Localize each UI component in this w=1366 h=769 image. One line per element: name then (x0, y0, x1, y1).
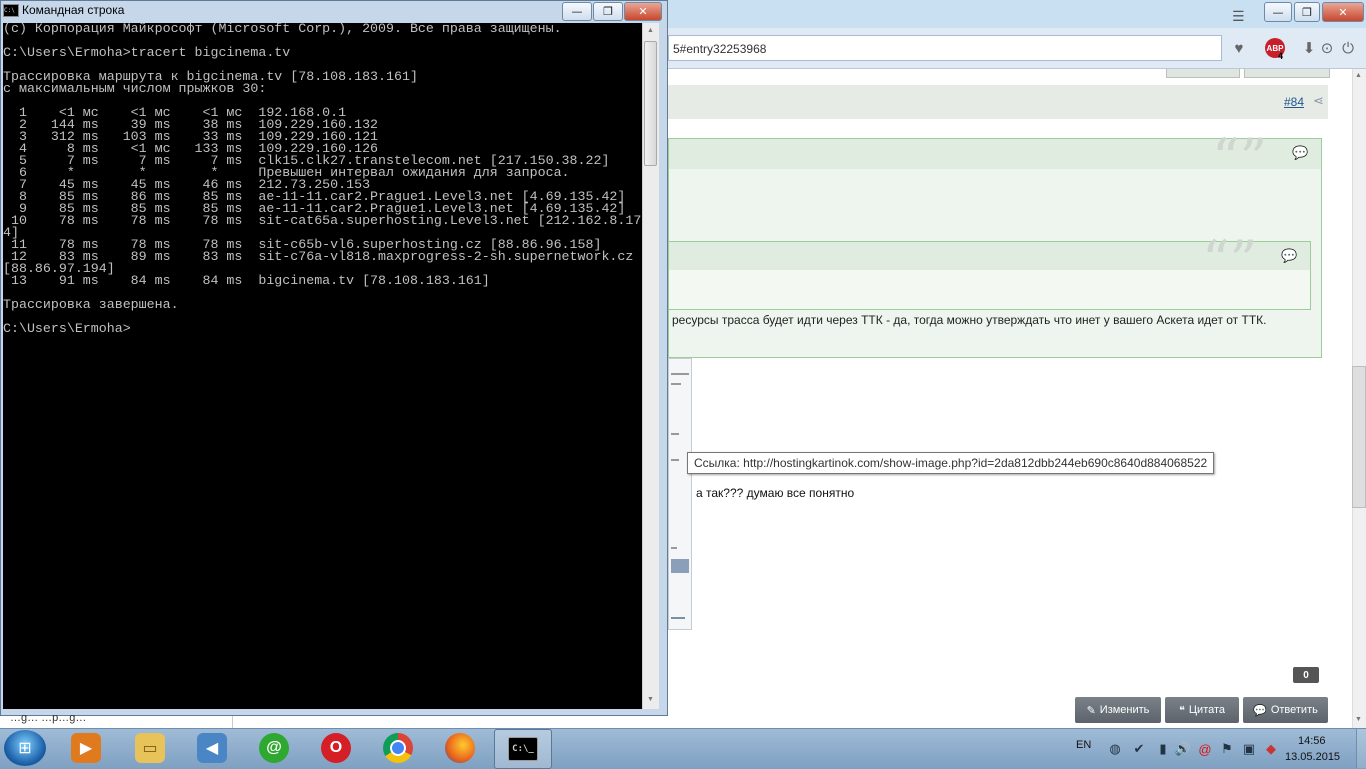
post-text: а так??? думаю все понятно (696, 486, 855, 500)
power-icon[interactable]: ⏻ (1336, 37, 1360, 59)
page-scrollbar-thumb[interactable] (1352, 366, 1366, 508)
tray-app-icon[interactable]: ▣ (1240, 740, 1258, 758)
scroll-down-icon[interactable]: ▼ (1355, 716, 1362, 723)
quote-button[interactable]: ❝ Цитата (1165, 697, 1239, 723)
adblock-count: 4 (1278, 51, 1284, 61)
taskbar-chrome[interactable] (370, 729, 426, 767)
console-scroll-up-icon[interactable]: ▲ (647, 27, 654, 34)
mail-tray-icon[interactable]: @ (1196, 740, 1214, 758)
firefox-icon (445, 733, 475, 763)
agent-tray-icon[interactable]: ✔ (1130, 740, 1148, 758)
reply-icon: 💬 (1253, 704, 1267, 717)
taskbar-firefox[interactable] (432, 729, 488, 767)
network-icon[interactable]: ◍ (1106, 740, 1124, 758)
console-icon: C:\ (3, 4, 19, 17)
volume-icon[interactable]: 🔊 (1174, 740, 1192, 758)
nested-quote-mark-icon: “” (1202, 229, 1258, 292)
taskbar-media-player[interactable]: ▶ (58, 729, 114, 767)
taskbar-file-explorer[interactable]: ▭ (122, 729, 178, 767)
chrome-icon (383, 733, 413, 763)
background-window-text: …g… …p…g… (10, 712, 87, 724)
like-count-badge[interactable]: 0 (1293, 667, 1319, 683)
menu-icon[interactable]: ☰ (1232, 8, 1250, 24)
console-line: C:\Users\Ermoha> (3, 321, 131, 336)
edit-button[interactable]: ✎ Изменить (1075, 697, 1161, 723)
comment-icon[interactable]: 💬 (1292, 145, 1308, 161)
opera-icon: O (321, 733, 351, 763)
clock-time[interactable]: 14:56 (1298, 735, 1326, 747)
clock-date[interactable]: 13.05.2015 (1285, 751, 1340, 763)
quote-button-label: Цитата (1188, 704, 1226, 716)
console-line: Трассировка завершена. (3, 297, 179, 312)
post-number-link[interactable]: #84 (1284, 95, 1304, 109)
console-output[interactable]: (c) Корпорация Майкрософт (Microsoft Cor… (3, 23, 642, 709)
console-line: с максимальным числом прыжков 30: (3, 81, 267, 96)
windows-logo-icon: ⊞ (18, 740, 32, 757)
language-indicator[interactable]: EN (1076, 739, 1091, 751)
link-tooltip: Ссылка: http://hostingkartinok.com/show-… (687, 452, 1215, 474)
console-scroll-down-icon[interactable]: ▼ (647, 696, 654, 703)
browser-maximize-button[interactable]: ❐ (1294, 2, 1320, 22)
media-player-icon: ▶ (71, 733, 101, 763)
show-desktop-button[interactable] (1356, 729, 1366, 768)
taskbar-mail-agent[interactable]: @ (246, 729, 302, 767)
bookmark-heart-icon[interactable]: ♥ (1227, 37, 1251, 59)
address-bar[interactable]: 5#entry32253968 (668, 35, 1222, 61)
post-header (668, 85, 1328, 119)
console-line: (c) Корпорация Майкрософт (Microsoft Cor… (3, 23, 562, 36)
quote-text: ресурсы трасса будет идти через ТТК - да… (672, 313, 1267, 327)
console-maximize-button[interactable]: ❐ (593, 2, 623, 21)
taskbar-command-prompt[interactable]: C:\_ (494, 729, 552, 769)
reply-button[interactable]: 💬 Ответить (1243, 697, 1328, 723)
taskbar-opera[interactable]: O (308, 729, 364, 767)
share-icon[interactable]: ⋖ (1313, 93, 1324, 109)
scroll-up-icon[interactable]: ▲ (1355, 72, 1362, 79)
browser-titlebar (668, 0, 1366, 28)
console-line: 10 78 ms 78 ms 78 ms sit-cat65a.superhos… (3, 213, 642, 228)
nested-comment-icon[interactable]: 💬 (1281, 248, 1297, 264)
console-close-button[interactable]: ✕ (624, 2, 662, 21)
command-prompt-icon: C:\_ (508, 737, 538, 761)
reply-button-label: Ответить (1270, 704, 1318, 716)
taskbar-audio-app[interactable]: ◀ (184, 729, 240, 767)
console-line: C:\Users\Ermoha>tracert bigcinema.tv (3, 45, 291, 60)
top-reply-button[interactable] (1244, 69, 1330, 78)
quote-mark-icon: “” (1212, 127, 1268, 190)
folder-icon: ▭ (135, 733, 165, 763)
attached-image-thumbnail[interactable] (668, 358, 692, 630)
action-center-flag-icon[interactable]: ⚑ (1218, 740, 1236, 758)
browser-close-button[interactable]: ✕ (1322, 2, 1364, 22)
mail-agent-icon: @ (259, 733, 289, 763)
console-scrollbar-thumb[interactable] (644, 41, 657, 166)
edit-button-label: Изменить (1099, 704, 1150, 716)
security-tray-icon[interactable]: ◆ (1262, 740, 1280, 758)
top-quote-button[interactable] (1166, 69, 1240, 78)
start-button[interactable]: ⊞ (4, 730, 46, 766)
console-minimize-button[interactable]: — (562, 2, 592, 21)
wifi-icon[interactable]: ▮ (1154, 740, 1172, 758)
speaker-app-icon: ◀ (197, 733, 227, 763)
browser-minimize-button[interactable]: — (1264, 2, 1292, 22)
edit-icon: ✎ (1086, 704, 1096, 717)
quote-icon: ❝ (1178, 704, 1185, 717)
window-title: Командная строка (22, 3, 125, 17)
console-line: 13 91 ms 84 ms 84 ms bigcinema.tv [78.10… (3, 273, 490, 288)
